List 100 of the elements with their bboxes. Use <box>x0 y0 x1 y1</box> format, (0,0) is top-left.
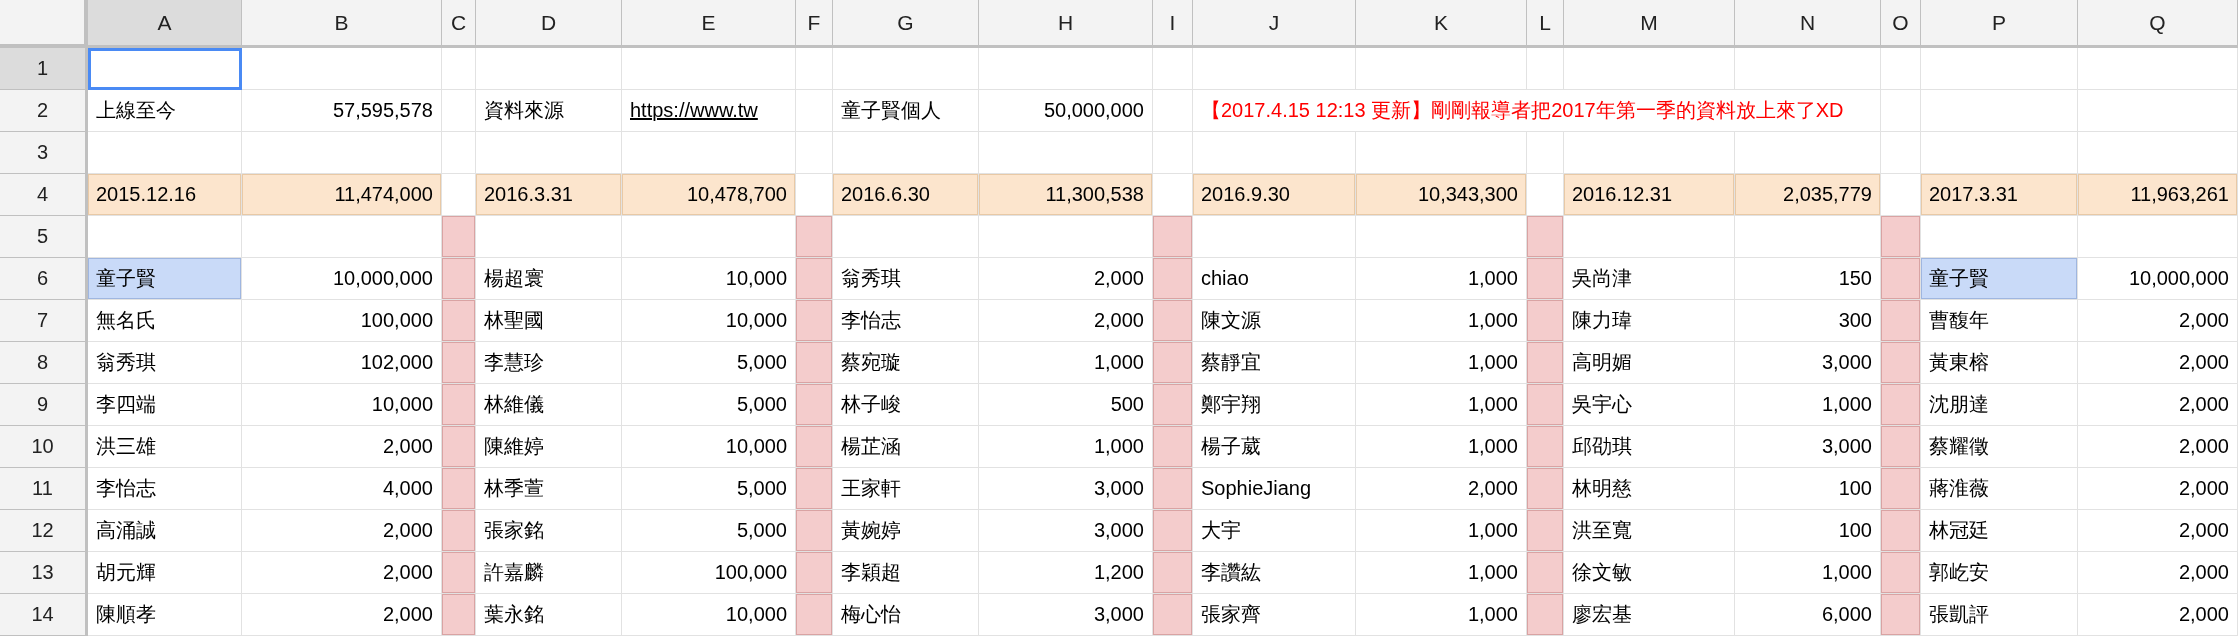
empty-cell <box>1153 132 1193 174</box>
table-cell: 林聖國 <box>476 300 622 342</box>
table-cell: 50,000,000 <box>979 90 1153 132</box>
row-header[interactable]: 7 <box>0 300 88 342</box>
row-header[interactable]: 2 <box>0 90 88 132</box>
table-cell: 吳宇心 <box>1564 384 1735 426</box>
table-cell: 2016.6.30 <box>833 174 979 216</box>
table-cell: 黃婉婷 <box>833 510 979 552</box>
table-cell: 陳力瑋 <box>1564 300 1735 342</box>
table-cell: SophieJiang <box>1193 468 1356 510</box>
table-cell: 2,000 <box>2078 384 2238 426</box>
column-header[interactable]: O <box>1881 0 1921 48</box>
empty-cell <box>1527 132 1564 174</box>
table-cell: 2017.3.31 <box>1921 174 2078 216</box>
table-cell: 李讚紘 <box>1193 552 1356 594</box>
table-cell: 2016.12.31 <box>1564 174 1735 216</box>
table-cell: 洪三雄 <box>88 426 242 468</box>
table-cell: 廖宏基 <box>1564 594 1735 636</box>
table-cell: 黃東榕 <box>1921 342 2078 384</box>
table-cell: 大宇 <box>1193 510 1356 552</box>
column-header[interactable]: D <box>476 0 622 48</box>
table-cell: 李怡志 <box>833 300 979 342</box>
row-header[interactable]: 5 <box>0 216 88 258</box>
update-note: 【2017.4.15 12:13 更新】剛剛報導者把2017年第一季的資料放上來了XD <box>1193 90 1881 132</box>
column-header[interactable]: E <box>622 0 796 48</box>
column-header[interactable]: A <box>88 0 242 48</box>
column-header[interactable]: L <box>1527 0 1564 48</box>
row-header[interactable]: 6 <box>0 258 88 300</box>
column-header[interactable]: F <box>796 0 833 48</box>
table-cell: 王家軒 <box>833 468 979 510</box>
empty-cell <box>796 132 833 174</box>
table-cell: 李怡志 <box>88 468 242 510</box>
column-header[interactable]: N <box>1735 0 1881 48</box>
table-cell: 林冠廷 <box>1921 510 2078 552</box>
table-cell: 許嘉麟 <box>476 552 622 594</box>
table-cell: 蔣淮薇 <box>1921 468 2078 510</box>
row-header[interactable]: 13 <box>0 552 88 594</box>
table-cell: 2,000 <box>2078 594 2238 636</box>
row-header[interactable]: 9 <box>0 384 88 426</box>
column-header[interactable]: J <box>1193 0 1356 48</box>
table-cell: 郭屹安 <box>1921 552 2078 594</box>
table-cell: 林維儀 <box>476 384 622 426</box>
table-cell: 2,035,779 <box>1735 174 1881 216</box>
table-cell: 蔡靜宜 <box>1193 342 1356 384</box>
table-cell: 陳順孝 <box>88 594 242 636</box>
table-cell: 2,000 <box>2078 552 2238 594</box>
table-cell: 陳文源 <box>1193 300 1356 342</box>
column-header[interactable]: I <box>1153 0 1193 48</box>
table-cell: 童子賢 <box>1921 258 2078 300</box>
link[interactable]: https://www.tw <box>630 99 758 122</box>
table-cell: 沈朋達 <box>1921 384 2078 426</box>
table-cell: 徐文敏 <box>1564 552 1735 594</box>
table-cell: 2,000 <box>2078 468 2238 510</box>
table-cell: 林明慈 <box>1564 468 1735 510</box>
empty-cell <box>442 132 476 174</box>
row-header[interactable]: 3 <box>0 132 88 174</box>
table-cell: 無名氏 <box>88 300 242 342</box>
table-cell: 57,595,578 <box>242 90 442 132</box>
table-cell: 曹馥年 <box>1921 300 2078 342</box>
column-header[interactable]: Q <box>2078 0 2238 48</box>
column-header[interactable]: G <box>833 0 979 48</box>
row-header[interactable]: 1 <box>0 48 88 90</box>
row-header[interactable]: 8 <box>0 342 88 384</box>
row-header[interactable]: 4 <box>0 174 88 216</box>
table-cell: 2,000 <box>2078 426 2238 468</box>
row-header[interactable]: 11 <box>0 468 88 510</box>
row-header[interactable]: 14 <box>0 594 88 636</box>
table-cell: 10,000,000 <box>2078 258 2238 300</box>
table-cell: 童子賢個人 <box>833 90 979 132</box>
empty-cell <box>442 90 476 132</box>
column-header[interactable]: K <box>1356 0 1527 48</box>
row-header[interactable]: 12 <box>0 510 88 552</box>
table-cell: 李四端 <box>88 384 242 426</box>
table-cell: 2,000 <box>2078 510 2238 552</box>
table-cell: 葉永銘 <box>476 594 622 636</box>
column-header[interactable]: M <box>1564 0 1735 48</box>
empty-cell <box>1153 90 1193 132</box>
table-cell: 梅心怡 <box>833 594 979 636</box>
table-cell: 11,300,538 <box>979 174 1153 216</box>
table-cell: chiao <box>1193 258 1356 300</box>
column-header[interactable]: B <box>242 0 442 48</box>
table-cell: 2,000 <box>2078 342 2238 384</box>
table-cell: 高明媚 <box>1564 342 1735 384</box>
selected-cell[interactable] <box>88 48 242 90</box>
table-cell: 高涌誠 <box>88 510 242 552</box>
table-cell: 林季萱 <box>476 468 622 510</box>
table-cell: 2015.12.16 <box>88 174 242 216</box>
row-header[interactable]: 10 <box>0 426 88 468</box>
table-cell: 11,474,000 <box>242 174 442 216</box>
table-cell: 2016.3.31 <box>476 174 622 216</box>
table-cell: 2016.9.30 <box>1193 174 1356 216</box>
column-header[interactable]: C <box>442 0 476 48</box>
table-cell: 李慧珍 <box>476 342 622 384</box>
table-cell: 翁秀琪 <box>833 258 979 300</box>
table-cell: 張家齊 <box>1193 594 1356 636</box>
column-header[interactable]: H <box>979 0 1153 48</box>
column-header[interactable]: P <box>1921 0 2078 48</box>
empty-cell <box>1881 132 1921 174</box>
table-cell: 林子峻 <box>833 384 979 426</box>
table-cell: 翁秀琪 <box>88 342 242 384</box>
